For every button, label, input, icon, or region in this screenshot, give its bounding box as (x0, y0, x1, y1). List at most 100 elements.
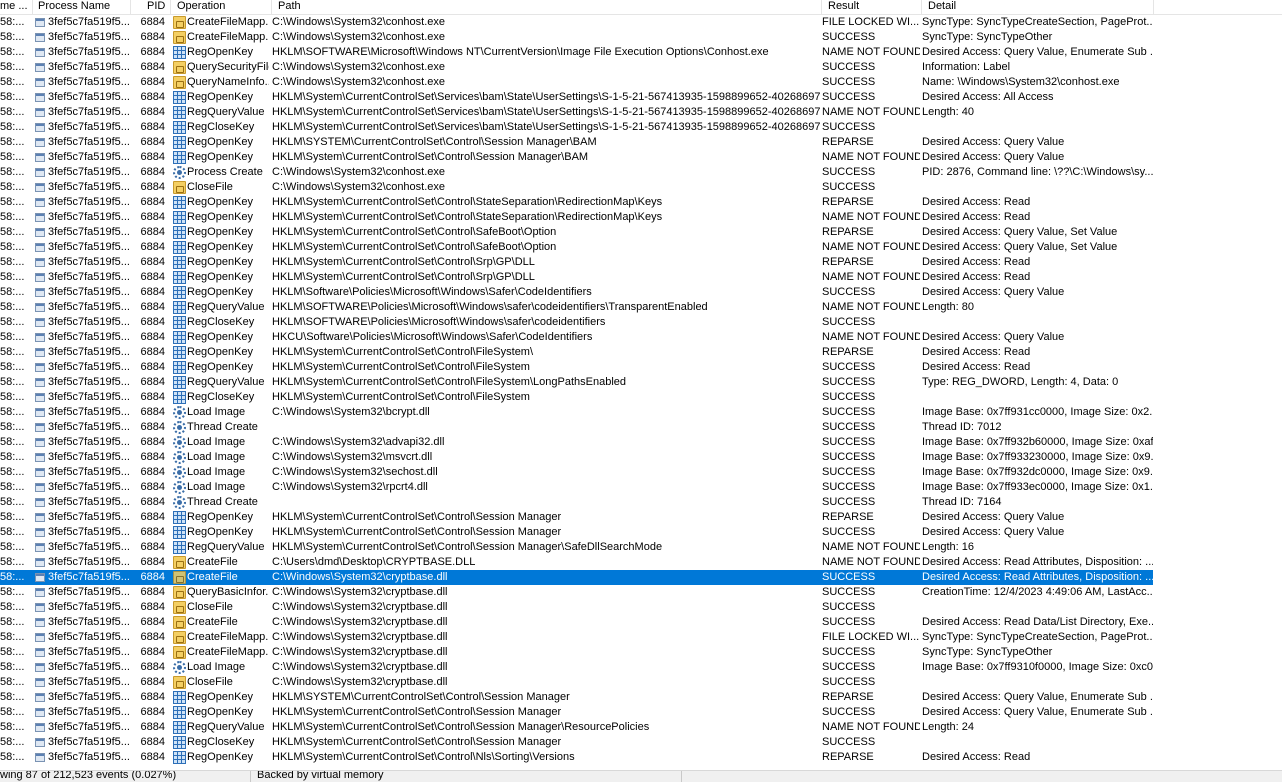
column-header-result[interactable]: Result (822, 0, 922, 14)
event-row[interactable]: 58:... 3fef5c7fa519f5... 6884 RegOpenKey HKL… (0, 135, 1282, 150)
event-row[interactable]: 58:... 3fef5c7fa519f5... 6884 RegOpenKey HKL… (0, 705, 1282, 720)
column-header-operation[interactable]: Operation (171, 0, 272, 14)
event-row[interactable]: 58:... 3fef5c7fa519f5... 6884 CreateFile C:\… (0, 570, 1282, 585)
event-row[interactable]: 58:... 3fef5c7fa519f5... 6884 CreateFileMap… (0, 630, 1282, 645)
cell-result: NAME NOT FOUND (822, 211, 920, 223)
cell-time: 58:... (0, 256, 25, 268)
event-row[interactable]: 58:... 3fef5c7fa519f5... 6884 Load Image C:\… (0, 480, 1282, 495)
cell-process-name: 3fef5c7fa519f5... (48, 106, 130, 118)
cell-detail: Desired Access: Query Value (922, 331, 1065, 343)
registry-icon (172, 750, 188, 765)
event-row[interactable]: 58:... 3fef5c7fa519f5... 6884 QueryNameInfo… (0, 75, 1282, 90)
event-row[interactable]: 58:... 3fef5c7fa519f5... 6884 CreateFile C:\… (0, 615, 1282, 630)
event-row[interactable]: 58:... 3fef5c7fa519f5... 6884 RegQueryValue… (0, 720, 1282, 735)
event-row[interactable]: 58:... 3fef5c7fa519f5... 6884 RegOpenKey HKL… (0, 690, 1282, 705)
cell-detail: Desired Access: All Access (922, 91, 1054, 103)
event-row[interactable]: 58:... 3fef5c7fa519f5... 6884 RegQueryValue… (0, 300, 1282, 315)
status-event-count: wing 87 of 212,523 events (0.027%) (0, 770, 177, 781)
event-row[interactable]: 58:... 3fef5c7fa519f5... 6884 RegCloseKey HK… (0, 315, 1282, 330)
event-row[interactable]: 58:... 3fef5c7fa519f5... 6884 RegOpenKey HKL… (0, 255, 1282, 270)
event-row[interactable]: 58:... 3fef5c7fa519f5... 6884 CloseFile C:\W… (0, 600, 1282, 615)
registry-icon (172, 345, 188, 360)
event-row[interactable]: 58:... 3fef5c7fa519f5... 6884 RegOpenKey HKL… (0, 45, 1282, 60)
event-row[interactable]: 58:... 3fef5c7fa519f5... 6884 Load Image C:\… (0, 660, 1282, 675)
process-icon (33, 15, 47, 30)
column-header-pid[interactable]: PID (131, 0, 171, 14)
event-row[interactable]: 58:... 3fef5c7fa519f5... 6884 QueryBasicInf… (0, 585, 1282, 600)
event-row[interactable]: 58:... 3fef5c7fa519f5... 6884 RegOpenKey HKL… (0, 270, 1282, 285)
cell-operation: RegQueryValue (187, 106, 265, 118)
event-row[interactable]: 58:... 3fef5c7fa519f5... 6884 Load Image C:\… (0, 435, 1282, 450)
event-row[interactable]: 58:... 3fef5c7fa519f5... 6884 RegOpenKey HKL… (0, 240, 1282, 255)
process-icon (172, 405, 188, 420)
event-row[interactable]: 58:... 3fef5c7fa519f5... 6884 CloseFile C:\W… (0, 675, 1282, 690)
column-header-process-name[interactable]: Process Name (33, 0, 131, 14)
event-row[interactable]: 58:... 3fef5c7fa519f5... 6884 RegOpenKey HKL… (0, 525, 1282, 540)
event-row[interactable]: 58:... 3fef5c7fa519f5... 6884 RegOpenKey HKC… (0, 330, 1282, 345)
event-row[interactable]: 58:... 3fef5c7fa519f5... 6884 RegOpenKey HKL… (0, 345, 1282, 360)
event-row[interactable]: 58:... 3fef5c7fa519f5... 6884 RegCloseKey HK… (0, 120, 1282, 135)
event-row[interactable]: 58:... 3fef5c7fa519f5... 6884 RegOpenKey HKL… (0, 150, 1282, 165)
cell-pid: 6884 (140, 436, 165, 448)
event-row[interactable]: 58:... 3fef5c7fa519f5... 6884 RegOpenKey HKL… (0, 225, 1282, 240)
event-row[interactable]: 58:... 3fef5c7fa519f5... 6884 CloseFile C:\W… (0, 180, 1282, 195)
cell-operation: CreateFileMapp... (187, 31, 269, 43)
cell-pid: 6884 (140, 526, 165, 538)
event-row[interactable]: 58:... 3fef5c7fa519f5... 6884 QuerySecurity… (0, 60, 1282, 75)
event-row[interactable]: 58:... 3fef5c7fa519f5... 6884 Load Image C:\… (0, 450, 1282, 465)
event-row[interactable]: 58:... 3fef5c7fa519f5... 6884 RegCloseKey HK… (0, 390, 1282, 405)
event-grid[interactable]: me ... Process Name PID Operation Path R… (0, 0, 1282, 770)
column-header-path[interactable]: Path (272, 0, 822, 14)
event-row[interactable]: 58:... 3fef5c7fa519f5... 6884 RegOpenKey HKL… (0, 750, 1282, 765)
cell-operation: QueryBasicInfor... (187, 586, 269, 598)
cell-result: REPARSE (822, 511, 874, 523)
cell-path: C:\Windows\System32\cryptbase.dll (272, 601, 448, 613)
event-row[interactable]: 58:... 3fef5c7fa519f5... 6884 Load Image C:\… (0, 465, 1282, 480)
cell-operation: RegOpenKey (187, 136, 254, 148)
cell-pid: 6884 (140, 751, 165, 763)
cell-path: HKLM\SOFTWARE\Policies\Microsoft\Windows… (272, 316, 606, 328)
event-row[interactable]: 58:... 3fef5c7fa519f5... 6884 RegQueryValue… (0, 105, 1282, 120)
event-row[interactable]: 58:... 3fef5c7fa519f5... 6884 RegOpenKey HKL… (0, 285, 1282, 300)
column-header-detail[interactable]: Detail (922, 0, 1154, 14)
cell-result: SUCCESS (822, 646, 876, 658)
file-icon (172, 60, 188, 75)
process-icon (33, 615, 47, 630)
event-row[interactable]: 58:... 3fef5c7fa519f5... 6884 Load Image C:\… (0, 405, 1282, 420)
cell-time: 58:... (0, 376, 25, 388)
process-icon (33, 480, 47, 495)
cell-result: REPARSE (822, 196, 874, 208)
cell-process-name: 3fef5c7fa519f5... (48, 541, 130, 553)
event-row[interactable]: 58:... 3fef5c7fa519f5... 6884 RegOpenKey HKL… (0, 360, 1282, 375)
cell-operation: Load Image (187, 406, 246, 418)
event-row[interactable]: 58:... 3fef5c7fa519f5... 6884 CreateFileMap… (0, 30, 1282, 45)
event-row[interactable]: 58:... 3fef5c7fa519f5... 6884 Process Creat… (0, 165, 1282, 180)
cell-pid: 6884 (140, 46, 165, 58)
event-row[interactable]: 58:... 3fef5c7fa519f5... 6884 RegQueryValue… (0, 375, 1282, 390)
cell-detail: Desired Access: Read (922, 211, 1031, 223)
event-row[interactable]: 58:... 3fef5c7fa519f5... 6884 RegOpenKey HKL… (0, 210, 1282, 225)
event-row[interactable]: 58:... 3fef5c7fa519f5... 6884 Thread Create… (0, 420, 1282, 435)
cell-operation: RegQueryValue (187, 376, 265, 388)
cell-time: 58:... (0, 406, 25, 418)
event-row[interactable]: 58:... 3fef5c7fa519f5... 6884 CreateFile C:\… (0, 555, 1282, 570)
cell-pid: 6884 (140, 391, 165, 403)
event-row[interactable]: 58:... 3fef5c7fa519f5... 6884 RegQueryValue… (0, 540, 1282, 555)
cell-detail: Desired Access: Query Value, Enumerate S… (922, 706, 1153, 718)
cell-operation: QuerySecurityFile (187, 61, 269, 73)
cell-pid: 6884 (140, 301, 165, 313)
event-row[interactable]: 58:... 3fef5c7fa519f5... 6884 RegCloseKey HK… (0, 735, 1282, 750)
event-row[interactable]: 58:... 3fef5c7fa519f5... 6884 RegOpenKey HKL… (0, 90, 1282, 105)
cell-pid: 6884 (140, 691, 165, 703)
cell-detail (922, 315, 1153, 330)
cell-process-name: 3fef5c7fa519f5... (48, 181, 130, 193)
event-row[interactable]: 58:... 3fef5c7fa519f5... 6884 CreateFileMap… (0, 15, 1282, 30)
column-header-time[interactable]: me ... (0, 0, 33, 14)
event-row[interactable]: 58:... 3fef5c7fa519f5... 6884 RegOpenKey HKL… (0, 195, 1282, 210)
event-row[interactable]: 58:... 3fef5c7fa519f5... 6884 CreateFileMap… (0, 645, 1282, 660)
event-row[interactable]: 58:... 3fef5c7fa519f5... 6884 RegOpenKey HKL… (0, 510, 1282, 525)
process-icon (172, 480, 188, 495)
cell-operation: RegOpenKey (187, 751, 254, 763)
event-row[interactable]: 58:... 3fef5c7fa519f5... 6884 Thread Create… (0, 495, 1282, 510)
process-icon (33, 630, 47, 645)
